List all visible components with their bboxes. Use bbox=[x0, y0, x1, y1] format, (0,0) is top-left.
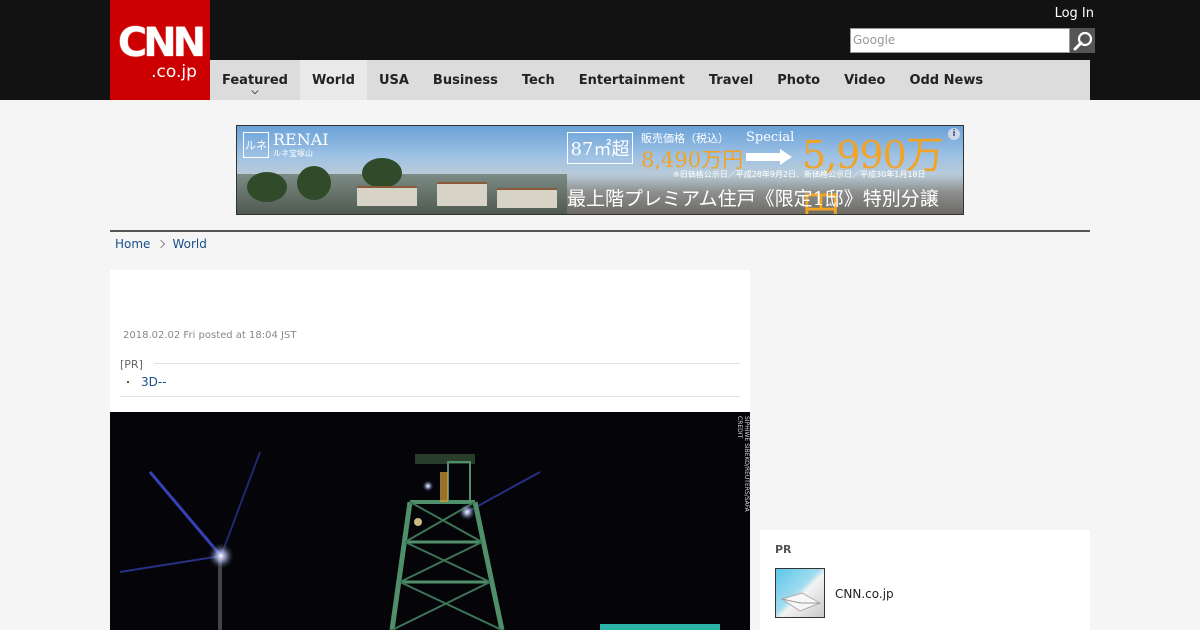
posted-timestamp: 2018.02.02 Fri posted at 18:04 JST bbox=[123, 330, 297, 341]
ad-tree bbox=[362, 158, 402, 188]
nav-label: World bbox=[311, 72, 355, 88]
nav-item-tech[interactable]: Tech bbox=[510, 60, 567, 100]
nav-item-entertainment[interactable]: Entertainment bbox=[567, 60, 697, 100]
nav-item-world[interactable]: World bbox=[299, 60, 367, 100]
nav-label: Tech bbox=[521, 72, 555, 88]
nav-item-odd-news[interactable]: Odd News bbox=[897, 60, 995, 100]
chevron-down-icon: ⌵ bbox=[251, 87, 259, 97]
article-card: 2018.02.02 Fri posted at 18:04 JST [PR] … bbox=[110, 270, 750, 412]
photo-credit: SIPHIWE SIBEKO/REUTERS/SAFA CREDIT bbox=[736, 416, 750, 512]
logo-domain: .co.jp bbox=[151, 62, 197, 82]
nav-label: Business bbox=[432, 72, 498, 88]
ad-area-badge: 87㎡超 bbox=[567, 132, 633, 164]
envelope-icon bbox=[780, 592, 822, 612]
nav-item-featured[interactable]: Featured ⌵ bbox=[210, 60, 300, 100]
ad-building bbox=[437, 182, 487, 206]
logo-wordmark: CNN bbox=[117, 20, 206, 66]
sidebar-item-title[interactable]: CNN.co.jp bbox=[835, 587, 894, 601]
nav-label: Entertainment bbox=[578, 72, 685, 88]
search-button[interactable] bbox=[1070, 28, 1095, 53]
ad-tree bbox=[247, 172, 287, 202]
divider bbox=[120, 396, 740, 397]
pr-link[interactable]: 3D-- bbox=[141, 375, 167, 389]
nav-item-photo[interactable]: Photo bbox=[765, 60, 832, 100]
ad-brand-sub: ルネ宝塚山 bbox=[273, 149, 313, 158]
main-nav: Featured ⌵ World USA Business Tech Enter… bbox=[210, 60, 1090, 100]
ad-tree bbox=[297, 166, 331, 200]
sidebar-thumbnail[interactable] bbox=[775, 568, 825, 618]
nav-label: Travel bbox=[708, 72, 754, 88]
arrow-right-icon bbox=[746, 149, 792, 165]
search-input[interactable]: Google bbox=[850, 28, 1070, 53]
cnn-logo[interactable]: CNN .co.jp bbox=[110, 0, 210, 100]
search-icon bbox=[1073, 31, 1092, 50]
nav-item-business[interactable]: Business bbox=[421, 60, 510, 100]
ad-brand: RENAI bbox=[273, 130, 329, 149]
ad-special-label: Special bbox=[746, 130, 795, 145]
pr-label: [PR] bbox=[120, 358, 143, 371]
breadcrumb-world[interactable]: World bbox=[172, 237, 206, 251]
breadcrumb-home[interactable]: Home bbox=[115, 237, 150, 251]
login-link[interactable]: Log In bbox=[1055, 6, 1094, 22]
ad-info-icon[interactable]: i bbox=[948, 128, 960, 140]
nav-label: Featured bbox=[222, 72, 288, 88]
sidebar-pr-label: PR bbox=[775, 543, 792, 556]
pr-list-item: ・ 3D-- bbox=[123, 374, 167, 390]
ad-note: ※旧価格公示日／平成28年9月2日、新価格公示日／平成30年1月18日 bbox=[673, 170, 926, 179]
bullet: ・ bbox=[123, 378, 133, 389]
ad-logo-mark: ルネ bbox=[243, 132, 269, 158]
ad-tagline: 最上階プレミアム住戸《限定1邸》特別分譲 bbox=[567, 188, 939, 210]
ad-building bbox=[357, 186, 417, 206]
breadcrumb: Home World bbox=[115, 237, 207, 251]
nav-label: Odd News bbox=[909, 72, 984, 88]
article-photo[interactable]: SIPHIWE SIBEKO/REUTERS/SAFA CREDIT bbox=[110, 412, 750, 630]
nav-item-travel[interactable]: Travel bbox=[697, 60, 765, 100]
nav-label: USA bbox=[378, 72, 409, 88]
sidebar-pr-card: PR CNN.co.jp bbox=[760, 530, 1090, 630]
ad-banner[interactable]: ルネ RENAI ルネ宝塚山 87㎡超 販売価格（税込） 8,490万円 Spe… bbox=[236, 125, 964, 215]
nav-item-video[interactable]: Video bbox=[832, 60, 897, 100]
chevron-right-icon bbox=[157, 239, 166, 249]
section-divider bbox=[110, 230, 1090, 232]
nav-item-usa[interactable]: USA bbox=[367, 60, 421, 100]
divider bbox=[154, 363, 740, 364]
ad-building bbox=[497, 188, 557, 208]
mine-headframe-image bbox=[110, 412, 750, 630]
nav-label: Video bbox=[844, 72, 886, 88]
nav-label: Photo bbox=[777, 72, 821, 88]
